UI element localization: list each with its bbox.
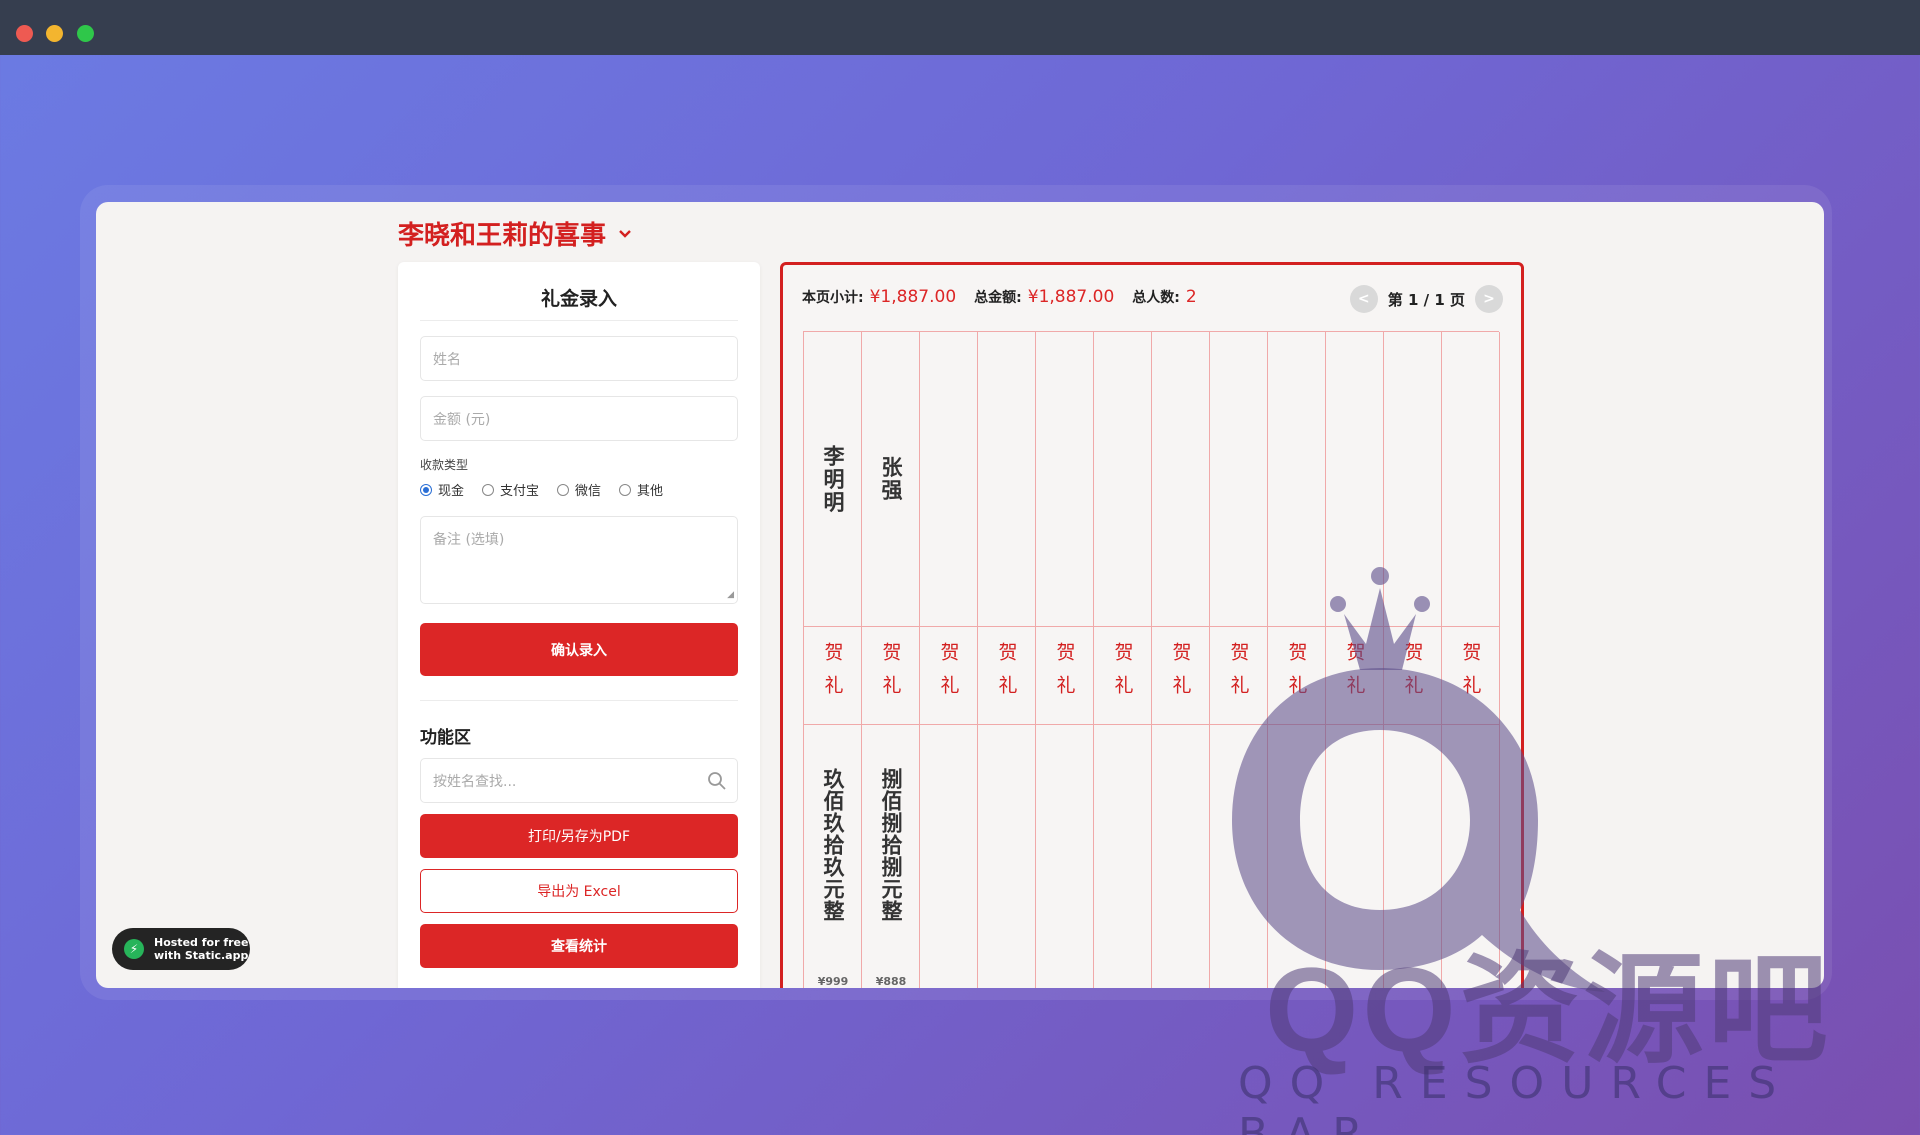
pay-type-wechat[interactable]: 微信 <box>557 480 601 499</box>
note-textarea[interactable]: 备注 (选填) ◢ <box>420 516 738 604</box>
ledger-column: 贺礼 <box>1152 332 1210 988</box>
amount-words-cell <box>920 724 978 954</box>
ledger-column: 贺礼 <box>920 332 978 988</box>
gift-label-cell: 贺礼 <box>1036 626 1094 724</box>
bolt-icon: ⚡ <box>124 939 144 959</box>
guest-name-cell <box>1094 332 1152 626</box>
subtotal-value: ¥1,887.00 <box>869 287 957 307</box>
guest-name-cell <box>1152 332 1210 626</box>
pay-type-cash-label: 现金 <box>438 484 465 499</box>
radio-icon[interactable] <box>482 483 495 496</box>
resize-handle-icon[interactable]: ◢ <box>727 590 734 600</box>
guest-name-cell <box>1036 332 1094 626</box>
guest-name-cell <box>920 332 978 626</box>
gift-label-cell: 贺礼 <box>1094 626 1152 724</box>
radio-checked-icon[interactable] <box>420 483 432 496</box>
ledger-column: 贺礼 <box>1094 332 1152 988</box>
guest-name-cell <box>978 332 1036 626</box>
gift-entry-panel: 礼金录入 姓名 金额 (元) 收款类型 现金 支付宝 微信 其他 备注 (选填)… <box>398 262 760 988</box>
guest-name-cell: 李明明 <box>804 332 862 626</box>
confirm-button[interactable]: 确认录入 <box>420 623 738 676</box>
watermark-subtitle: QQ RESOURCES BAR <box>1238 1058 1794 1135</box>
amount-words-cell <box>1152 724 1210 954</box>
window-titlebar <box>0 0 1920 55</box>
view-stats-button[interactable]: 查看统计 <box>420 924 738 968</box>
gift-label: 贺礼 <box>1053 642 1076 708</box>
gift-label-cell: 贺礼 <box>978 626 1036 724</box>
search-input[interactable]: 按姓名查找... <box>420 758 738 803</box>
pay-type-alipay[interactable]: 支付宝 <box>482 480 539 499</box>
amount-words-cell: 捌佰捌拾捌元整 <box>862 724 920 954</box>
ledger-column: 张强贺礼 ¥888 捌佰捌拾捌元整 <box>862 332 920 988</box>
page-title: 李晓和王莉的喜事 <box>398 221 607 251</box>
divider <box>420 320 738 321</box>
badge-line-1: Hosted for free <box>154 936 249 949</box>
pay-type-label: 收款类型 <box>420 458 469 472</box>
total-value: ¥1,887.00 <box>1027 287 1115 307</box>
badge-line-2: with Static.app <box>154 949 249 962</box>
amount-words-cell <box>1036 724 1094 954</box>
gift-label-cell: 贺礼 <box>862 626 920 724</box>
page-indicator: 第 1 / 1 页 <box>1387 290 1465 309</box>
pager: < 第 1 / 1 页 > <box>1349 285 1503 313</box>
count-value: 2 <box>1185 287 1197 307</box>
functions-title: 功能区 <box>420 728 471 748</box>
pay-type-group: 现金 支付宝 微信 其他 <box>420 480 663 499</box>
prev-page-button[interactable]: < <box>1349 285 1378 313</box>
export-excel-button[interactable]: 导出为 Excel <box>420 869 738 913</box>
count-label: 总人数: <box>1132 290 1180 306</box>
pay-type-alipay-label: 支付宝 <box>500 484 540 499</box>
gift-label: 贺礼 <box>937 642 960 708</box>
gift-label: 贺礼 <box>995 642 1018 708</box>
name-placeholder: 姓名 <box>433 351 461 368</box>
minimize-window-button[interactable] <box>46 25 63 42</box>
amount-words: 捌佰捌拾捌元整 <box>879 768 903 922</box>
pay-type-wechat-label: 微信 <box>575 484 602 499</box>
form-title: 礼金录入 <box>540 288 617 310</box>
amount-words-cell: 玖佰玖拾玖元整 <box>804 724 862 954</box>
note-placeholder: 备注 (选填) <box>433 532 505 548</box>
pay-type-other-label: 其他 <box>637 484 664 499</box>
guest-name: 张强 <box>879 456 903 502</box>
pay-type-other[interactable]: 其他 <box>619 480 663 499</box>
gift-label-cell: 贺礼 <box>1152 626 1210 724</box>
name-input[interactable]: 姓名 <box>420 336 738 381</box>
maximize-window-button[interactable] <box>77 25 94 42</box>
amount-words-cell <box>978 724 1036 954</box>
close-window-button[interactable] <box>16 25 33 42</box>
ledger-column: 贺礼 <box>1036 332 1094 988</box>
gift-label: 贺礼 <box>821 642 844 708</box>
amount-small: ¥888 <box>875 975 907 988</box>
ledger-summary: 本页小计: ¥1,887.00 总金额: ¥1,887.00 总人数: 2 <box>802 287 1209 307</box>
print-pdf-button[interactable]: 打印/另存为PDF <box>420 814 738 858</box>
gift-label: 贺礼 <box>1111 642 1134 708</box>
amount-small: ¥999 <box>817 975 849 988</box>
amount-placeholder: 金额 (元) <box>433 411 491 428</box>
ledger-column: 贺礼 <box>978 332 1036 988</box>
gift-label: 贺礼 <box>1169 642 1192 708</box>
radio-icon[interactable] <box>557 483 570 496</box>
gift-label: 贺礼 <box>879 642 902 708</box>
gift-label-cell: 贺礼 <box>920 626 978 724</box>
next-page-button[interactable]: > <box>1475 285 1503 313</box>
amount-input[interactable]: 金额 (元) <box>420 396 738 441</box>
gift-label-cell: 贺礼 <box>804 626 862 724</box>
chevron-down-icon <box>618 224 632 243</box>
total-label: 总金额: <box>974 290 1022 306</box>
amount-words-cell <box>1094 724 1152 954</box>
hosted-badge[interactable]: ⚡ Hosted for free with Static.app <box>112 928 250 970</box>
event-selector[interactable]: 李晓和王莉的喜事 <box>398 215 632 252</box>
radio-icon[interactable] <box>619 483 632 496</box>
search-placeholder: 按姓名查找... <box>433 773 517 790</box>
search-icon[interactable] <box>707 771 727 791</box>
guest-name-cell: 张强 <box>862 332 920 626</box>
guest-name: 李明明 <box>821 444 845 514</box>
ledger-column: 李明明贺礼 ¥999 玖佰玖拾玖元整 <box>804 332 862 988</box>
amount-words: 玖佰玖拾玖元整 <box>821 768 845 922</box>
pay-type-cash[interactable]: 现金 <box>420 480 464 499</box>
subtotal-label: 本页小计: <box>802 290 864 306</box>
divider <box>420 700 738 701</box>
badge-text: Hosted for free with Static.app <box>154 936 248 962</box>
